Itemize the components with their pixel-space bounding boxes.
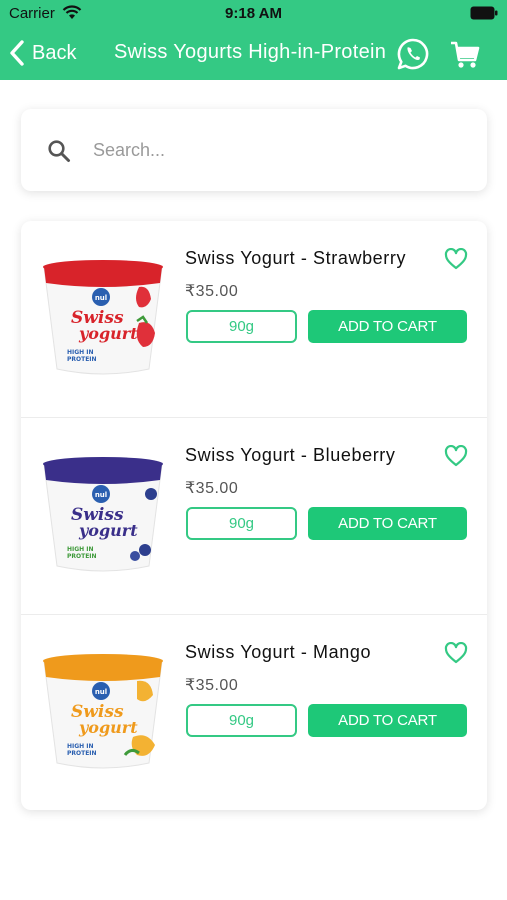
product-price: ₹35.00 <box>185 677 239 694</box>
heart-icon[interactable] <box>444 642 468 664</box>
whatsapp-icon[interactable] <box>396 37 430 71</box>
product-item-strawberry[interactable]: nul Swiss yogurt HIGH IN PROTEIN Swiss Y… <box>21 221 487 418</box>
product-price: ₹35.00 <box>185 480 239 497</box>
svg-text:HIGH IN: HIGH IN <box>67 546 94 553</box>
search-input[interactable] <box>93 133 463 167</box>
product-item-blueberry[interactable]: nul Swiss yogurt HIGH IN PROTEIN Swiss Y… <box>21 418 487 615</box>
svg-text:nul: nul <box>95 688 107 696</box>
add-to-cart-button[interactable]: ADD TO CART <box>308 310 467 343</box>
add-to-cart-button[interactable]: ADD TO CART <box>308 507 467 540</box>
heart-icon[interactable] <box>444 445 468 467</box>
svg-text:PROTEIN: PROTEIN <box>67 750 97 757</box>
product-name: Swiss Yogurt - Mango <box>185 642 372 662</box>
navigation-bar: Back Swiss Yogurts High-in-Protein <box>0 28 507 80</box>
svg-text:yogurt: yogurt <box>78 718 138 737</box>
mango-yogurt-cup-image: nul Swiss yogurt HIGH IN PROTEIN <box>43 654 163 769</box>
strawberry-yogurt-cup-image: nul Swiss yogurt HIGH IN PROTEIN <box>43 260 163 375</box>
back-button[interactable]: Back <box>8 36 76 70</box>
svg-text:yogurt: yogurt <box>78 521 138 540</box>
back-label: Back <box>32 41 77 64</box>
product-name: Swiss Yogurt - Blueberry <box>185 445 396 465</box>
status-bar: Carrier 9:18 AM <box>0 0 507 28</box>
cart-icon[interactable] <box>449 38 481 70</box>
product-price: ₹35.00 <box>185 283 239 300</box>
heart-icon[interactable] <box>444 248 468 270</box>
svg-text:HIGH IN: HIGH IN <box>67 743 94 750</box>
chevron-left-icon <box>10 40 24 66</box>
svg-text:nul: nul <box>95 294 107 302</box>
status-time: 9:18 AM <box>225 5 282 22</box>
page-title: Swiss Yogurts High-in-Protein <box>114 41 387 63</box>
product-list: nul Swiss yogurt HIGH IN PROTEIN Swiss Y… <box>21 221 487 810</box>
size-selector[interactable]: 90g <box>186 704 297 737</box>
svg-text:PROTEIN: PROTEIN <box>67 553 97 560</box>
app-header: Carrier 9:18 AM Back Swiss Yogurts High-… <box>0 0 507 80</box>
product-item-mango[interactable]: nul Swiss yogurt HIGH IN PROTEIN Swiss Y… <box>21 615 487 810</box>
svg-text:yogurt: yogurt <box>78 324 138 343</box>
size-selector[interactable]: 90g <box>186 310 297 343</box>
search-bar <box>21 109 487 191</box>
size-selector[interactable]: 90g <box>186 507 297 540</box>
product-name: Swiss Yogurt - Strawberry <box>185 248 407 268</box>
search-icon <box>48 140 70 162</box>
battery-icon <box>470 6 498 20</box>
svg-text:nul: nul <box>95 491 107 499</box>
add-to-cart-button[interactable]: ADD TO CART <box>308 704 467 737</box>
blueberry-yogurt-cup-image: nul Swiss yogurt HIGH IN PROTEIN <box>43 457 163 572</box>
svg-text:PROTEIN: PROTEIN <box>67 356 97 363</box>
svg-text:HIGH IN: HIGH IN <box>67 349 94 356</box>
